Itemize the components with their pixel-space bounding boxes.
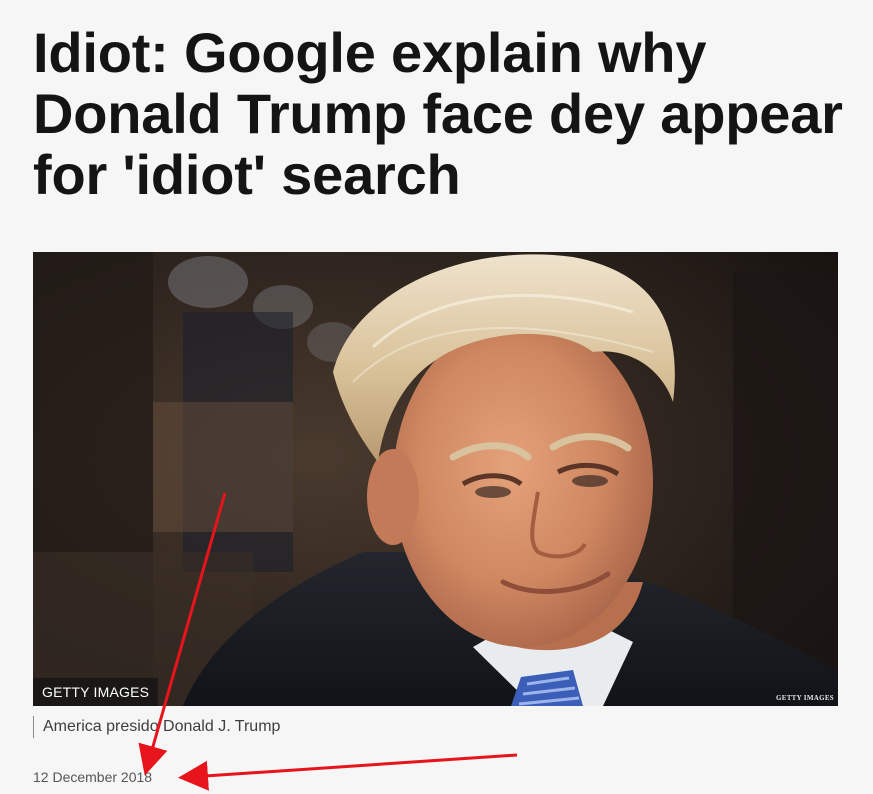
article-headline: Idiot: Google explain why Donald Trump f… bbox=[33, 21, 843, 206]
article-image: GETTY IMAGES GETTY IMAGES bbox=[33, 252, 838, 706]
publish-date: 12 December 2018 bbox=[33, 769, 153, 785]
image-credit-badge: GETTY IMAGES bbox=[33, 678, 159, 706]
image-watermark: GETTY IMAGES bbox=[776, 694, 834, 702]
image-caption: America presido Donald J. Trump bbox=[33, 716, 280, 738]
trump-photo bbox=[33, 252, 838, 706]
annotation-arrow-to-date-from-right bbox=[178, 753, 518, 791]
